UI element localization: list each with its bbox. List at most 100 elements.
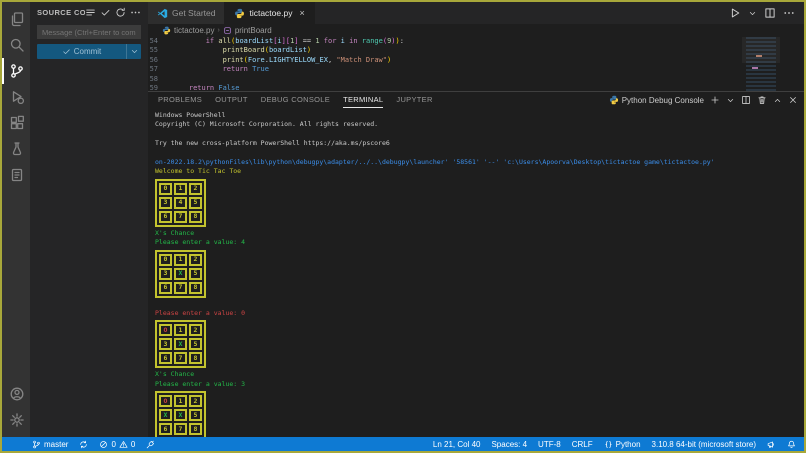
- more-scm-actions-button[interactable]: [130, 7, 141, 18]
- terminal-line: [155, 300, 804, 309]
- activity-item-run-debug[interactable]: [2, 84, 30, 110]
- status-language-mode-label: Python: [616, 440, 641, 449]
- split-terminal-button[interactable]: [741, 95, 751, 105]
- code-line-57[interactable]: 57 return True: [148, 65, 804, 74]
- search-icon: [9, 37, 25, 53]
- status-language-mode[interactable]: Python: [604, 440, 641, 449]
- terminal-selector[interactable]: Python Debug Console: [609, 95, 704, 105]
- board-cell: O: [159, 395, 172, 407]
- refresh-button[interactable]: [115, 7, 126, 18]
- vscode-window: SOURCE CONTROL Commit Get Startedtictact…: [0, 0, 806, 453]
- code-line-55[interactable]: 55 printBoard(boardList): [148, 46, 804, 55]
- more-editor-actions-button[interactable]: [783, 7, 795, 19]
- minimap[interactable]: [746, 37, 776, 91]
- activity-item-explorer[interactable]: [2, 6, 30, 32]
- activity-item-source-control[interactable]: [2, 58, 30, 84]
- status-notifications[interactable]: [787, 440, 796, 449]
- code-line-58[interactable]: 58: [148, 75, 804, 84]
- split-editor-button[interactable]: [764, 7, 776, 19]
- panel-tab-output[interactable]: OUTPUT: [215, 92, 248, 108]
- python-logo-icon: [609, 95, 619, 105]
- new-terminal-button[interactable]: [710, 95, 720, 105]
- line-number: 57: [148, 65, 172, 74]
- terminal-output[interactable]: Windows PowerShellCopyright (C) Microsof…: [148, 108, 804, 437]
- board-cell: 5: [189, 409, 202, 421]
- commit-all-button[interactable]: [100, 7, 111, 18]
- activity-item-search[interactable]: [2, 32, 30, 58]
- panel-tab-jupyter[interactable]: JUPYTER: [396, 92, 432, 108]
- commit-dropdown-button[interactable]: [126, 44, 141, 59]
- breadcrumb-file[interactable]: tictactoe.py: [174, 26, 214, 35]
- tab-label: tictactoe.py: [249, 8, 292, 18]
- maximize-panel-button[interactable]: [773, 96, 782, 105]
- terminal-line: Windows PowerShell: [155, 111, 804, 120]
- board-cell: 5: [189, 268, 202, 280]
- close-panel-button[interactable]: [788, 95, 798, 105]
- panel-tab-terminal[interactable]: TERMINAL: [343, 92, 383, 108]
- status-sync-changes[interactable]: [79, 440, 88, 449]
- code-line-59[interactable]: 59 return False: [148, 84, 804, 91]
- status-cursor-position[interactable]: Ln 21, Col 40: [433, 440, 481, 449]
- terminal-line: Try the new cross-platform PowerShell ht…: [155, 139, 804, 148]
- status-python-interpreter[interactable]: 3.10.8 64-bit (microsoft store): [652, 440, 756, 449]
- board-cell: 6: [159, 352, 172, 364]
- tab-tictactoe-py[interactable]: tictactoe.py ×: [225, 2, 314, 24]
- code-text: return True: [172, 65, 269, 74]
- board-cell: 1: [174, 395, 187, 407]
- tictactoe-board: O123X5678: [155, 320, 206, 368]
- status-git-branch[interactable]: master: [32, 440, 68, 449]
- board-cell: 7: [174, 352, 187, 364]
- status-problems[interactable]: 00: [99, 440, 135, 449]
- terminal-line: X's Chance: [155, 370, 804, 379]
- terminal-line: [155, 130, 804, 139]
- beaker-icon: [9, 141, 25, 157]
- code-line-54[interactable]: 54 if all(boardList[i][1] == 1 for i in …: [148, 37, 804, 46]
- run-options-button[interactable]: [748, 9, 757, 18]
- terminal-line: X's Chance: [155, 229, 804, 238]
- vscode-icon: [157, 8, 168, 19]
- bottom-panel: PROBLEMS OUTPUT DEBUG CONSOLE TERMINAL JUPYT…: [148, 91, 804, 437]
- breadcrumb-symbol[interactable]: printBoard: [235, 26, 272, 35]
- board-cell: 7: [174, 423, 187, 435]
- activity-item-notebook[interactable]: [2, 162, 30, 188]
- status-eol-sequence[interactable]: CRLF: [572, 440, 593, 449]
- activity-item-settings[interactable]: [2, 407, 30, 433]
- breadcrumb[interactable]: tictactoe.py › printBoard: [148, 24, 804, 37]
- status-indentation[interactable]: Spaces: 4: [491, 440, 527, 449]
- board-cell: 2: [189, 254, 202, 266]
- tab-get-started[interactable]: Get Started: [148, 2, 225, 24]
- board-cell: X: [174, 268, 187, 280]
- panel-tab-debug-console[interactable]: DEBUG CONSOLE: [261, 92, 330, 108]
- activity-item-testing[interactable]: [2, 136, 30, 162]
- status-feedback[interactable]: [767, 440, 776, 449]
- commit-button-label: Commit: [74, 47, 102, 56]
- status-problems-label2: 0: [131, 440, 135, 449]
- board-cell: 6: [159, 423, 172, 435]
- run-python-file-button[interactable]: [729, 7, 741, 19]
- commit-message-input[interactable]: [37, 25, 141, 39]
- view-changes-button[interactable]: [85, 7, 96, 18]
- editor-area: Get Started tictactoe.py × tictactoe.py › …: [148, 2, 804, 437]
- activity-item-extensions[interactable]: [2, 110, 30, 136]
- board-cell: 8: [189, 423, 202, 435]
- code-line-56[interactable]: 56 print(Fore.LIGHTYELLOW_EX, "Match Dra…: [148, 56, 804, 65]
- activity-item-account[interactable]: [2, 381, 30, 407]
- line-number: 54: [148, 37, 172, 46]
- panel-tab-problems[interactable]: PROBLEMS: [158, 92, 202, 108]
- python-icon: [234, 8, 245, 19]
- status-plug[interactable]: [146, 440, 155, 449]
- board-cell: 4: [174, 197, 187, 209]
- tictactoe-board: O12XX5678: [155, 391, 206, 437]
- terminal-profiles-button[interactable]: [726, 96, 735, 105]
- kill-terminal-button[interactable]: [757, 95, 767, 105]
- status-encoding[interactable]: UTF-8: [538, 440, 561, 449]
- status-git-branch-label: master: [44, 440, 68, 449]
- close-tab-icon[interactable]: ×: [299, 8, 304, 18]
- code-editor[interactable]: 54 if all(boardList[i][1] == 1 for i in …: [148, 37, 804, 91]
- sync-icon: [79, 440, 88, 449]
- board-cell: X: [174, 409, 187, 421]
- status-eol-sequence-label: CRLF: [572, 440, 593, 449]
- board-cell: 5: [189, 197, 202, 209]
- terminal-line: Copyright (C) Microsoft Corporation. All…: [155, 120, 804, 129]
- commit-button[interactable]: Commit: [37, 44, 126, 59]
